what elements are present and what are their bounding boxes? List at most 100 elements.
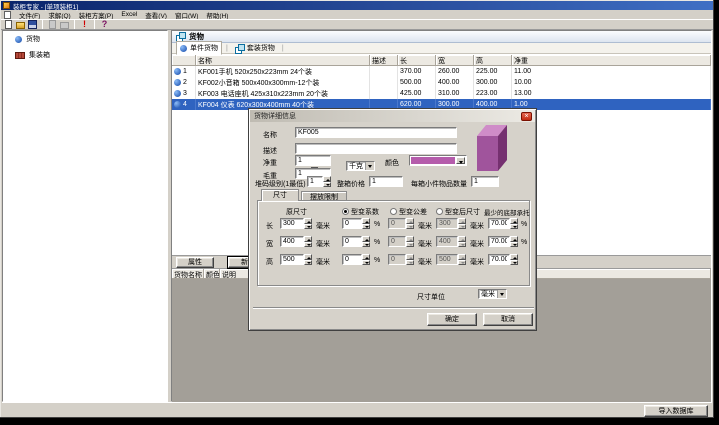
orig-height-stepper[interactable]	[304, 254, 312, 265]
coef-length-stepper[interactable]	[362, 218, 370, 229]
weight-unit-combo[interactable]: 千克	[346, 161, 375, 171]
mm-unit-label: 毫米	[316, 257, 330, 267]
container-icon	[15, 52, 25, 59]
tab-single-goods[interactable]: 单件货物	[176, 41, 222, 55]
description-field[interactable]	[295, 143, 457, 154]
chevron-down-icon[interactable]	[456, 157, 465, 164]
support-width-field[interactable]	[488, 236, 510, 247]
orig-width-stepper[interactable]	[304, 236, 312, 247]
orig-length-field[interactable]	[280, 218, 304, 229]
orig-length-stepper[interactable]	[304, 218, 312, 229]
save-icon[interactable]	[28, 20, 37, 29]
support-height-stepper[interactable]	[510, 254, 518, 265]
goods-tab-strip: 单件货物 | 套装货物 |	[172, 43, 711, 54]
header-length[interactable]: 长	[398, 55, 436, 66]
header-height[interactable]: 高	[474, 55, 512, 66]
mdi-child-icon	[4, 11, 11, 19]
support-length-stepper[interactable]	[510, 218, 518, 229]
pct-unit-label: %	[374, 221, 380, 228]
header-desc[interactable]: 描述	[370, 55, 398, 66]
header-name[interactable]: 名称	[196, 55, 370, 66]
print-preview-icon	[48, 20, 57, 29]
radio-after-size[interactable]	[436, 208, 443, 215]
size-groupbox: 原尺寸 型变系数 型变公差 型变后尺寸 最少的底部承托 长 毫米 % 毫米 毫米…	[257, 200, 530, 286]
orig-height-field[interactable]	[280, 254, 304, 265]
items-per-box-field[interactable]	[471, 176, 499, 187]
coef-length-field[interactable]	[342, 218, 362, 229]
radio-tolerance[interactable]	[390, 208, 397, 215]
cell-name: KF001手机 520x250x223mm 24个装	[196, 66, 370, 77]
name-field[interactable]	[295, 127, 457, 138]
tab-set-goods[interactable]: 套装货物	[232, 42, 278, 54]
cell-weight: 11.00	[512, 66, 711, 77]
cancel-button[interactable]: 取消	[483, 313, 533, 326]
table-row[interactable]: 3 KF003 电话座机 425x310x223mm 20个装 425.00 3…	[172, 88, 711, 99]
after-height-stepper	[458, 254, 466, 265]
net-weight-field[interactable]	[295, 155, 331, 166]
pct-unit-label: %	[521, 221, 527, 228]
menu-window[interactable]: 窗口(W)	[175, 10, 198, 20]
height-row-label: 高	[266, 257, 273, 267]
after-width-stepper	[458, 236, 466, 247]
solve-exclamation-icon[interactable]: !	[80, 20, 89, 29]
table-row[interactable]: 2 KF002小音箱 500x400x300mm-12个装 500.00 400…	[172, 77, 711, 88]
support-width-stepper[interactable]	[510, 236, 518, 247]
box-price-field[interactable]	[369, 176, 403, 187]
goods-boxes-icon	[235, 44, 244, 53]
dialog-title: 货物详细信息	[254, 111, 296, 121]
menu-bar: 文件(F) 求解(Q) 装柜方案(P) Excel 查看(V) 窗口(W) 帮助…	[1, 10, 713, 19]
header-weight[interactable]: 净重	[512, 55, 711, 66]
menu-solve[interactable]: 求解(Q)	[48, 10, 70, 20]
pct-unit-label: %	[374, 239, 380, 246]
tol-header: 型变公差	[390, 207, 427, 217]
header-width[interactable]: 宽	[436, 55, 474, 66]
app-window: 装柜专家 - [单项装柜1] 文件(F) 求解(Q) 装柜方案(P) Excel…	[0, 0, 714, 418]
menu-view[interactable]: 查看(V)	[145, 10, 167, 20]
properties-button[interactable]: 属性	[176, 257, 214, 268]
support-height-field[interactable]	[488, 254, 510, 265]
help-question-icon[interactable]: ?	[100, 20, 109, 29]
close-icon[interactable]: ×	[521, 112, 532, 121]
toolbar-separator	[94, 20, 95, 29]
menu-help[interactable]: 帮助(H)	[206, 10, 228, 20]
tab-size[interactable]: 尺寸	[261, 189, 299, 201]
open-folder-icon[interactable]	[16, 20, 25, 29]
mm-unit-label: 毫米	[470, 221, 484, 231]
support-header: 最少的底部承托	[484, 207, 530, 217]
row-number: 4	[183, 101, 187, 108]
coef-width-field[interactable]	[342, 236, 362, 247]
menu-file[interactable]: 文件(F)	[19, 10, 40, 20]
coef-width-stepper[interactable]	[362, 236, 370, 247]
menu-plan[interactable]: 装柜方案(P)	[79, 10, 114, 20]
table-row[interactable]: 1 KF001手机 520x250x223mm 24个装 370.00 260.…	[172, 66, 711, 77]
sidebar-item-goods[interactable]: 货物	[3, 31, 167, 47]
menu-excel[interactable]: Excel	[121, 11, 137, 18]
sidebar-item-container[interactable]: 集装箱	[3, 47, 167, 63]
cell-desc	[370, 66, 398, 77]
new-document-icon[interactable]	[4, 20, 13, 29]
ok-button[interactable]: 确定	[427, 313, 477, 326]
import-database-button[interactable]: 导入数据库	[644, 405, 708, 417]
coef-height-stepper[interactable]	[362, 254, 370, 265]
cell-weight: 13.00	[512, 88, 711, 99]
chevron-down-icon[interactable]	[365, 162, 374, 170]
stack-level-field[interactable]	[307, 176, 323, 187]
coef-height-field[interactable]	[342, 254, 362, 265]
size-unit-combo[interactable]: 毫米	[478, 289, 507, 299]
goods-boxes-icon	[176, 32, 185, 41]
cell-height: 300.00	[474, 77, 512, 88]
chevron-down-icon[interactable]	[497, 290, 506, 298]
stack-level-stepper[interactable]	[323, 176, 331, 187]
tol-width-stepper	[406, 236, 414, 247]
header-note[interactable]: 说明	[220, 269, 250, 279]
header-goods-name[interactable]: 货物名称	[172, 269, 204, 279]
tol-length-field	[388, 218, 406, 229]
cell-height: 223.00	[474, 88, 512, 99]
color-picker[interactable]	[409, 155, 467, 166]
radio-coef-selected[interactable]	[342, 208, 349, 215]
header-color[interactable]: 颜色	[204, 269, 220, 279]
orig-width-field[interactable]	[280, 236, 304, 247]
cell-width: 400.00	[436, 77, 474, 88]
support-length-field[interactable]	[488, 218, 510, 229]
items-per-box-label: 每箱小件物品数量	[411, 179, 467, 189]
